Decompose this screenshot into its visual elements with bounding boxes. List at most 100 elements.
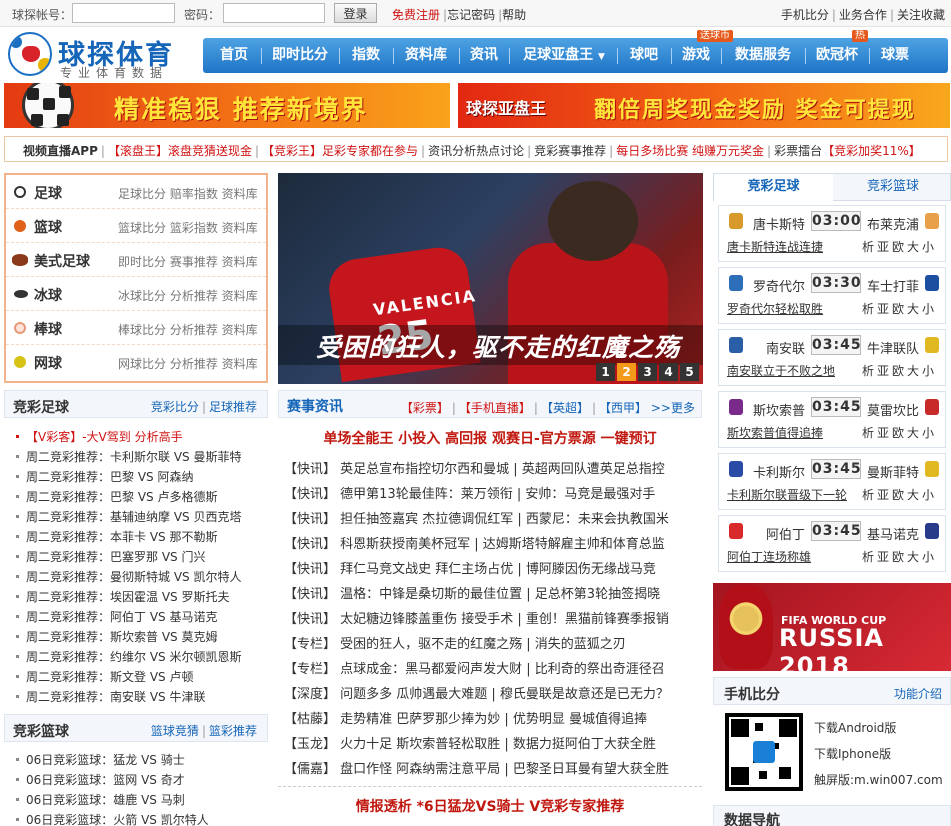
login-button[interactable]: 登录	[334, 3, 377, 23]
match-preview-link[interactable]: 南安联立于不败之地	[727, 362, 835, 379]
match-preview-link[interactable]: 卡利斯尔联晋级下一轮	[727, 486, 847, 503]
ticker-item[interactable]: 【竞彩加奖11%】	[822, 144, 921, 158]
jc-score-link[interactable]: 竞彩比分	[151, 400, 199, 414]
list-item[interactable]: 周二竞彩推荐：巴黎 VS 卢多格德斯	[16, 487, 268, 507]
business-link[interactable]: 业务合作	[839, 8, 887, 22]
list-item[interactable]: 周二竞彩推荐：巴黎 VS 阿森纳	[16, 467, 268, 487]
list-item[interactable]: 周二竞彩推荐：斯坎索普 VS 莫克姆	[16, 627, 268, 647]
away-team[interactable]: 基马诺克	[867, 524, 919, 543]
forgot-password-link[interactable]: 忘记密码	[447, 8, 495, 22]
ticker-item[interactable]: 每日多场比赛 纯赚万元奖金	[616, 144, 764, 158]
ticker-item[interactable]: 竞彩赛事推荐	[534, 144, 606, 158]
list-item[interactable]: 周二竞彩推荐：基辅迪纳摩 VS 贝西克塔	[16, 507, 268, 527]
banner-recommend[interactable]: 精准稳狠 推荐新境界	[4, 83, 450, 128]
news-row[interactable]: 【快讯】 太妃糖边锋膝盖重伤 接受手术 | 重创！黑猫前锋赛季报销	[284, 608, 702, 633]
match-options[interactable]: 析亚欧大小	[862, 486, 937, 503]
tab-jc-football[interactable]: 竞彩足球	[714, 174, 833, 201]
sport-links[interactable]: 即时比分 赛事推荐 资料库	[118, 253, 258, 270]
away-team[interactable]: 莫雷坎比	[867, 400, 919, 419]
list-item[interactable]: 周二竞彩推荐：卡利斯尔联 VS 曼斯菲特	[16, 447, 268, 467]
ticker-item[interactable]: 资讯分析热点讨论	[428, 144, 524, 158]
away-team[interactable]: 车士打菲	[867, 276, 919, 295]
iphone-download-link[interactable]: 下载Iphone版	[814, 745, 891, 762]
news-row[interactable]: 【儒嘉】 盘口作怪 阿森纳需注意平局 | 巴黎圣日耳曼有望大获全胜	[284, 758, 702, 783]
match-preview-link[interactable]: 唐卡斯特连战连捷	[727, 238, 823, 255]
news-tag[interactable]: 【西甲】	[599, 401, 647, 415]
news-row[interactable]: 【快讯】 担任抽签嘉宾 杰拉德调侃红军 | 西蒙尼：未来会执教国米	[284, 508, 702, 533]
nav-asian-handicap[interactable]: 足球亚盘王 ▼	[515, 38, 613, 73]
away-team[interactable]: 牛津联队	[867, 338, 919, 357]
nav-tickets[interactable]: 球票	[873, 38, 917, 73]
match-options[interactable]: 析亚欧大小	[862, 548, 937, 565]
more-news-link[interactable]: >>更多	[651, 401, 695, 415]
list-item[interactable]: 周二竞彩推荐：南安联 VS 牛津联	[16, 687, 268, 707]
nav-home[interactable]: 首页	[209, 38, 259, 73]
list-item[interactable]: 06日竞彩篮球：猛龙 VS 骑士	[16, 750, 268, 770]
sport-links[interactable]: 足球比分 赔率指数 资料库	[118, 185, 258, 202]
slide-caption[interactable]: 受困的狂人，驱不走的红魔之殇	[316, 328, 680, 364]
home-team[interactable]: 唐卡斯特	[741, 214, 805, 233]
help-link[interactable]: 帮助	[502, 8, 526, 22]
ticker-item[interactable]: 【竞彩王】足彩专家都在参与	[262, 144, 418, 158]
match-options[interactable]: 析亚欧大小	[862, 424, 937, 441]
match-options[interactable]: 析亚欧大小	[862, 238, 937, 255]
news-row[interactable]: 【枯藤】 走势精准 巴萨罗那少捧为妙 | 优势明显 曼城值得追捧	[284, 708, 702, 733]
banner-asian-king[interactable]: 球探亚盘王 翻倍周奖现金奖励 奖金可提现	[458, 83, 950, 128]
sport-row-tennis[interactable]: 网球 网球比分 分析推荐 资料库	[6, 345, 266, 379]
sport-row-baseball[interactable]: 棒球 棒球比分 分析推荐 资料库	[6, 311, 266, 345]
home-team[interactable]: 南安联	[741, 338, 805, 357]
basketball-guess-link[interactable]: 篮球竞猜	[151, 724, 199, 738]
sport-row-hockey[interactable]: 冰球 冰球比分 分析推荐 资料库	[6, 277, 266, 311]
list-item[interactable]: 06日竞彩篮球：火箭 VS 凯尔特人	[16, 810, 268, 826]
football-recommend-link[interactable]: 足球推荐	[209, 400, 257, 414]
slide-page-button[interactable]: 1	[596, 363, 615, 381]
list-item[interactable]: 周二竞彩推荐：巴塞罗那 VS 门兴	[16, 547, 268, 567]
list-item[interactable]: 周二竞彩推荐：本菲卡 VS 那不勒斯	[16, 527, 268, 547]
mobile-score-link[interactable]: 手机比分	[781, 8, 829, 22]
match-options[interactable]: 析亚欧大小	[862, 362, 937, 379]
sport-links[interactable]: 棒球比分 分析推荐 资料库	[118, 321, 258, 338]
news-headline[interactable]: 单场全能王 小投入 高回报 观赛日-官方票源 一键预订	[278, 428, 702, 448]
nav-odds[interactable]: 指数	[343, 38, 389, 73]
news-tag[interactable]: 【彩票】	[401, 401, 449, 415]
news-tag[interactable]: 【英超】	[541, 401, 589, 415]
news-row[interactable]: 【玉龙】 火力十足 斯坎索普轻松取胜 | 数据力挺阿伯丁大获全胜	[284, 733, 702, 758]
away-team[interactable]: 曼斯菲特	[867, 462, 919, 481]
ticker-item[interactable]: 视频直播APP	[23, 144, 98, 158]
match-preview-link[interactable]: 斯坎索普值得追捧	[727, 424, 823, 441]
nav-news[interactable]: 资讯	[463, 38, 505, 73]
sport-row-football[interactable]: 足球 足球比分 赔率指数 资料库	[6, 175, 266, 209]
world-cup-banner[interactable]: FIFA WORLD CUP RUSSIA 2018	[713, 583, 951, 671]
feature-intro-link[interactable]: 功能介绍	[894, 685, 942, 702]
home-team[interactable]: 斯坎索普	[741, 400, 805, 419]
sport-links[interactable]: 网球比分 分析推荐 资料库	[118, 355, 258, 372]
list-item[interactable]: 06日竞彩篮球：篮网 VS 奇才	[16, 770, 268, 790]
nav-forum[interactable]: 球吧	[621, 38, 667, 73]
slide-page-button[interactable]: 4	[659, 363, 678, 381]
list-item[interactable]: 06日竞彩篮球：雄鹿 VS 马刺	[16, 790, 268, 810]
news-row[interactable]: 【快讯】 拜仁马竞文战史 拜仁主场占优 | 博阿滕因伤无缘战马竞	[284, 558, 702, 583]
news-row[interactable]: 【深度】 问题多多 瓜帅遇最大难题 | 穆氏曼联是故意还是已无力？	[284, 683, 702, 708]
sport-row-american-football[interactable]: 美式足球 即时比分 赛事推荐 资料库	[6, 243, 266, 277]
logo-icon[interactable]	[8, 32, 52, 76]
slide-page-button[interactable]: 5	[680, 363, 699, 381]
basketball-recommend-link[interactable]: 篮彩推荐	[209, 724, 257, 738]
register-link[interactable]: 免费注册	[392, 8, 440, 22]
news-row[interactable]: 【快讯】 英足总宣布指控切尔西和曼城 | 英超两回队遭英足总指控	[284, 458, 702, 483]
home-team[interactable]: 卡利斯尔	[741, 462, 805, 481]
nav-live-score[interactable]: 即时比分	[265, 38, 335, 73]
away-team[interactable]: 布莱克浦	[867, 214, 919, 233]
touch-version-link[interactable]: 触屏版:m.win007.com	[814, 771, 943, 788]
news-row[interactable]: 【专栏】 受困的狂人，驱不走的红魔之殇 | 消失的蓝狐之刃	[284, 633, 702, 658]
news-row[interactable]: 【专栏】 点球成金：黑马都爱闷声发大财 | 比利奇的祭出奇涯径召	[284, 658, 702, 683]
news-row[interactable]: 【快讯】 科恩斯获授南美杯冠军 | 达姆斯塔特解雇主帅和体育总监	[284, 533, 702, 558]
account-input[interactable]	[72, 3, 175, 23]
list-item[interactable]: 周二竞彩推荐：埃因霍温 VS 罗斯托夫	[16, 587, 268, 607]
featured-slideshow[interactable]: VALENCIA 25 受困的狂人，驱不走的红魔之殇 12345	[278, 173, 703, 384]
ticker-item[interactable]: 【滚盘王】滚盘竞猜送现金	[108, 144, 252, 158]
list-item[interactable]: 周二竞彩推荐：阿伯丁 VS 基马诺克	[16, 607, 268, 627]
nav-games[interactable]: 游戏	[675, 38, 717, 73]
slide-page-button-active[interactable]: 2	[617, 363, 636, 381]
nav-database[interactable]: 资料库	[397, 38, 455, 73]
android-download-link[interactable]: 下载Android版	[814, 719, 896, 736]
